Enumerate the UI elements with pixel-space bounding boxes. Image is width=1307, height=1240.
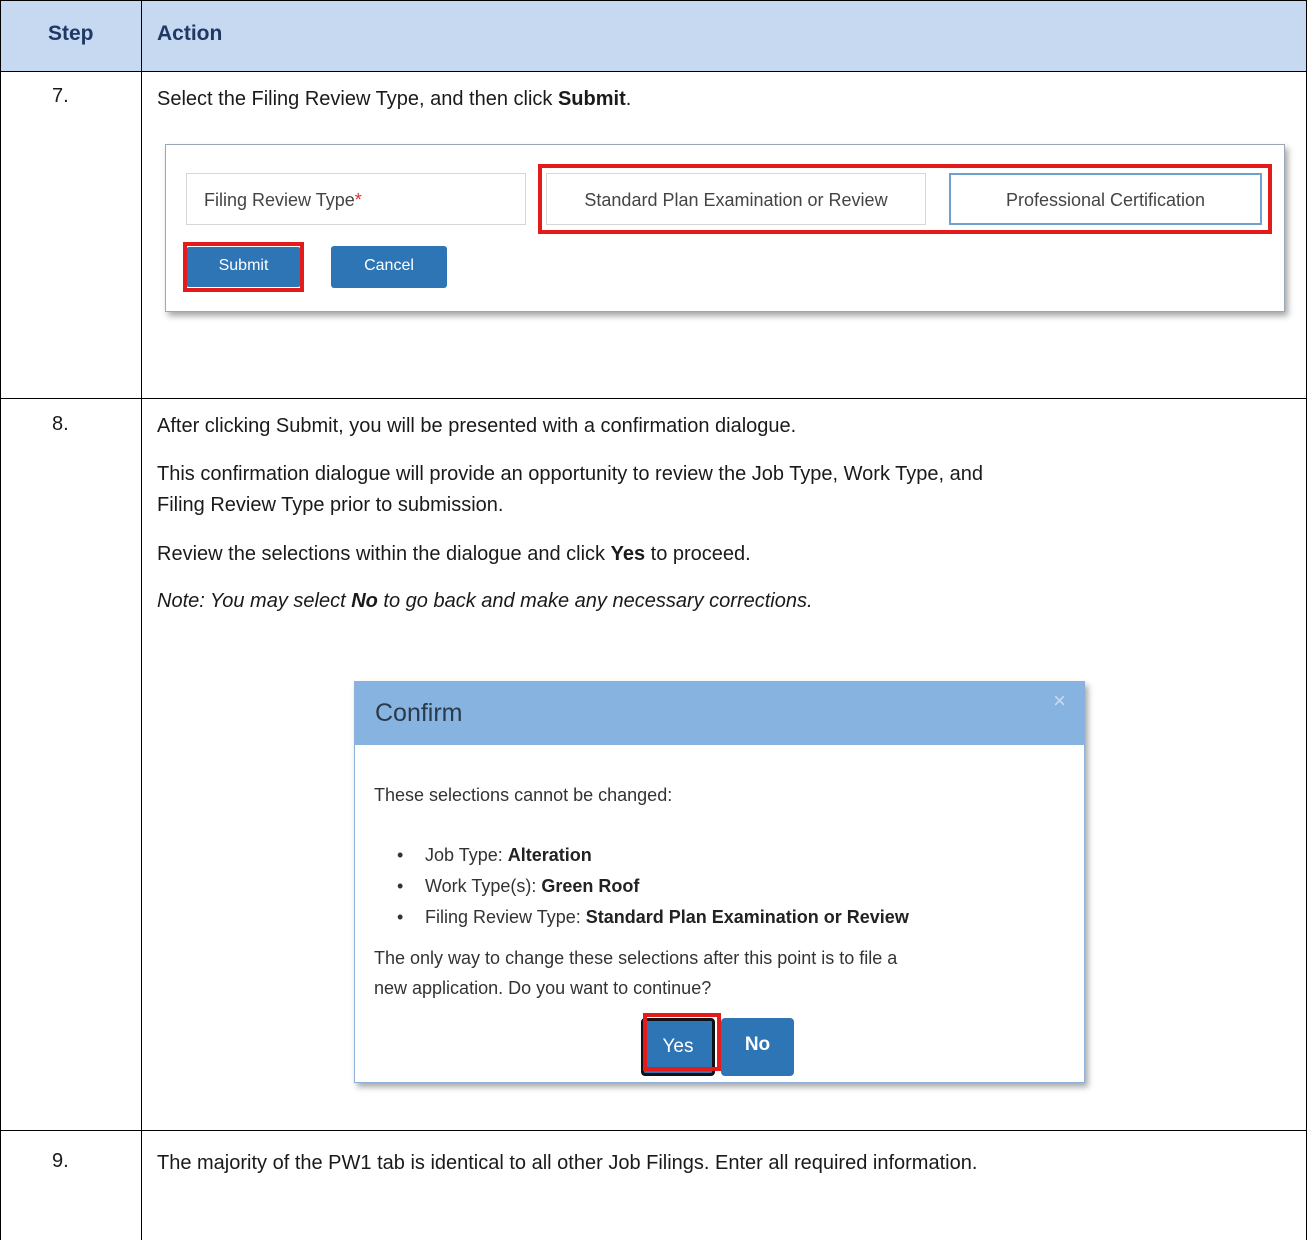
step8-para-1: After clicking Submit, you will be prese…: [157, 415, 797, 437]
step8-para-2-line2: Filing Review Type prior to submission.: [157, 494, 504, 516]
dialog-outro-line2: new application. Do you want to continue…: [374, 978, 712, 998]
filing-review-type-screenshot: Filing Review Type* Standard Plan Examin…: [165, 144, 1285, 312]
confirm-dialog-screenshot: Confirm × These selections cannot be cha…: [354, 681, 1085, 1083]
list-item: • Filing Review Type: Standard Plan Exami…: [397, 907, 909, 927]
step-column-header: Step: [48, 22, 94, 45]
dialog-header: Confirm ×: [355, 682, 1084, 745]
filing-review-type-label: Filing Review Type*: [186, 173, 526, 225]
instructions-table: Step Action 7. Select the Filing Review …: [0, 0, 1307, 1240]
dialog-outro-line1: The only way to change these selections …: [374, 948, 898, 968]
step9-text: The majority of the PW1 tab is identical…: [157, 1152, 978, 1174]
submit-highlight-box: [183, 242, 304, 292]
step-number: 9.: [52, 1150, 69, 1172]
no-button[interactable]: No: [721, 1018, 794, 1076]
step7-instruction: Select the Filing Review Type, and then …: [157, 88, 632, 110]
list-item: • Work Type(s): Green Roof: [397, 876, 640, 896]
list-item: • Job Type: Alteration: [397, 845, 592, 865]
step8-para-3: Review the selections within the dialogu…: [157, 543, 751, 565]
dialog-intro: These selections cannot be changed:: [374, 785, 673, 805]
selection-list: • Job Type: Alteration • Work Type(s): Gre…: [397, 840, 909, 933]
yes-highlight-box: [643, 1013, 721, 1071]
cancel-button[interactable]: Cancel: [331, 246, 447, 288]
step-number: 7.: [52, 85, 69, 107]
dialog-title: Confirm: [375, 699, 463, 727]
step8-para-2-line1: This confirmation dialogue will provide …: [157, 463, 984, 485]
close-icon[interactable]: ×: [1053, 688, 1066, 714]
options-highlight-box: [538, 164, 1272, 234]
step8-note: Note: You may select No to go back and m…: [157, 590, 813, 612]
action-column-header: Action: [157, 22, 223, 45]
required-marker: *: [354, 190, 362, 210]
step-number: 8.: [52, 413, 69, 435]
